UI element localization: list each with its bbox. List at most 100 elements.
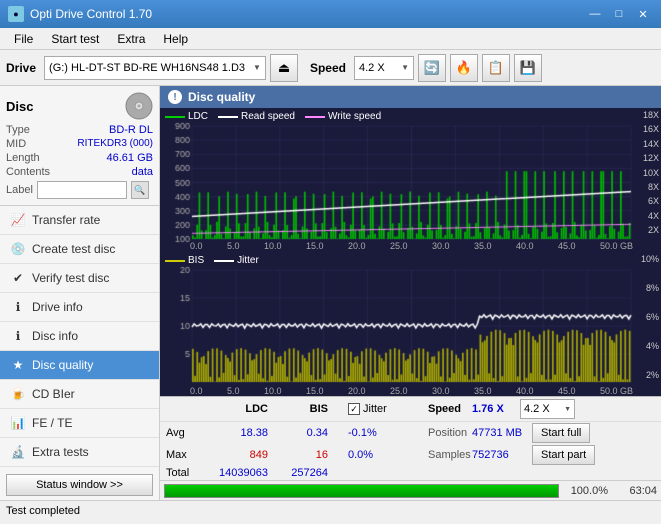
sidebar-label-extra-tests: Extra tests <box>32 445 89 459</box>
chart2-y-right: 10%8%6%4%2% <box>633 252 661 382</box>
sidebar-item-create-test-disc[interactable]: 💿 Create test disc <box>0 235 159 264</box>
speed-val-display: 1.76 X <box>472 403 516 415</box>
sidebar-label-disc-quality: Disc quality <box>32 358 93 372</box>
chart2-x-axis: 0.05.010.015.020.025.030.035.040.045.050… <box>190 386 633 396</box>
max-ldc: 849 <box>202 449 268 461</box>
mid-label: MID <box>6 138 26 150</box>
eject-button[interactable]: ⏏ <box>270 54 298 82</box>
menu-extra[interactable]: Extra <box>109 30 153 48</box>
menubar: File Start test Extra Help <box>0 28 661 50</box>
type-label: Type <box>6 124 30 136</box>
sidebar-label-drive-info: Drive info <box>32 300 83 314</box>
content-area: Disc quality LDC Read speed Write speed … <box>160 86 661 500</box>
toolbar: Drive (G:) HL-DT-ST BD-RE WH16NS48 1.D3 … <box>0 50 661 86</box>
jitter-checkbox[interactable]: ✓ <box>348 403 360 415</box>
sidebar-item-verify-test-disc[interactable]: ✔ Verify test disc <box>0 264 159 293</box>
progress-time: 63:04 <box>612 485 657 497</box>
disc-title: Disc <box>6 99 33 114</box>
menu-start-test[interactable]: Start test <box>43 30 107 48</box>
statusbar: Test completed <box>0 500 661 520</box>
menu-help[interactable]: Help <box>155 30 196 48</box>
chart-ldc: LDC Read speed Write speed 18X16X14X12X1… <box>160 108 661 252</box>
sidebar-label-create-test-disc: Create test disc <box>32 242 115 256</box>
drive-label: Drive <box>6 61 36 75</box>
speed-select-stats[interactable]: 4.2 X <box>520 399 575 419</box>
close-button[interactable]: ✕ <box>633 5 653 23</box>
sidebar-item-extra-tests[interactable]: 🔬 Extra tests <box>0 438 159 467</box>
mid-value: RITEKDR3 (000) <box>77 138 153 150</box>
charts-container: LDC Read speed Write speed 18X16X14X12X1… <box>160 108 661 396</box>
sidebar-item-transfer-rate[interactable]: 📈 Transfer rate <box>0 206 159 235</box>
avg-ldc: 18.38 <box>202 427 268 439</box>
sidebar-item-fe-te[interactable]: 📊 FE / TE <box>0 409 159 438</box>
total-ldc: 14039063 <box>202 467 268 479</box>
label-input[interactable] <box>37 181 127 199</box>
chart1-x-axis: 0.05.010.015.020.025.030.035.040.045.050… <box>190 241 633 251</box>
max-bis: 16 <box>268 449 328 461</box>
burn-button[interactable]: 🔥 <box>450 54 478 82</box>
progress-bar-container: 100.0% 63:04 <box>160 480 661 500</box>
speed-label: Speed <box>310 61 346 75</box>
disc-quality-icon: ★ <box>10 357 26 373</box>
maximize-button[interactable]: □ <box>609 5 629 23</box>
menu-file[interactable]: File <box>6 30 41 48</box>
disc-quality-header-icon <box>168 90 182 104</box>
sidebar-label-fe-te: FE / TE <box>32 416 72 430</box>
transfer-rate-icon: 📈 <box>10 212 26 228</box>
drive-info-icon: ℹ <box>10 299 26 315</box>
speed-value: 4.2 X <box>359 62 385 74</box>
app-icon: ● <box>8 6 24 22</box>
length-value: 46.61 GB <box>107 152 153 164</box>
extra-tests-icon: 🔬 <box>10 444 26 460</box>
max-label: Max <box>166 449 202 461</box>
status-window-button[interactable]: Status window >> <box>6 474 153 496</box>
app-title: Opti Drive Control 1.70 <box>30 7 152 21</box>
chart-bis: BIS Jitter 10%8%6%4%2% 0.05.010.015.020.… <box>160 252 661 396</box>
jitter-checkbox-container[interactable]: ✓ Jitter <box>348 403 428 415</box>
sidebar-label-verify-test-disc: Verify test disc <box>32 271 109 285</box>
titlebar: ● Opti Drive Control 1.70 — □ ✕ <box>0 0 661 28</box>
sidebar-label-disc-info: Disc info <box>32 329 78 343</box>
samples-value: 752736 <box>472 449 532 461</box>
start-full-button[interactable]: Start full <box>532 423 590 443</box>
start-part-button[interactable]: Start part <box>532 445 595 465</box>
avg-bis: 0.34 <box>268 427 328 439</box>
header-speed: Speed <box>428 403 472 415</box>
disc-panel: Disc Type BD-R DL MID RITEKDR3 (000) Len… <box>0 86 159 206</box>
verify-test-disc-icon: ✔ <box>10 270 26 286</box>
fe-te-icon: 📊 <box>10 415 26 431</box>
position-value: 47731 MB <box>472 427 532 439</box>
total-label: Total <box>166 467 202 479</box>
sidebar-label-cd-bier: CD BIer <box>32 387 75 401</box>
label-btn[interactable]: 🔍 <box>131 181 149 199</box>
sidebar-item-drive-info[interactable]: ℹ Drive info <box>0 293 159 322</box>
sidebar-item-disc-quality[interactable]: ★ Disc quality <box>0 351 159 380</box>
samples-label: Samples <box>428 449 472 461</box>
create-test-disc-icon: 💿 <box>10 241 26 257</box>
header-ldc: LDC <box>202 403 268 415</box>
position-label: Position <box>428 427 472 439</box>
disc-icon <box>125 92 153 120</box>
copy-button[interactable]: 📋 <box>482 54 510 82</box>
save-button[interactable]: 💾 <box>514 54 542 82</box>
cd-bier-icon: 🍺 <box>10 386 26 402</box>
chart1-y-right: 18X16X14X12X10X8X6X4X2X <box>633 108 661 237</box>
contents-label: Contents <box>6 166 50 178</box>
avg-label: Avg <box>166 427 202 439</box>
status-text: Test completed <box>6 505 80 517</box>
progress-bar-fill <box>165 485 558 497</box>
minimize-button[interactable]: — <box>585 5 605 23</box>
drive-select[interactable]: (G:) HL-DT-ST BD-RE WH16NS48 1.D3 <box>44 56 266 80</box>
speed-select-value: 4.2 X <box>524 403 550 415</box>
jitter-label: Jitter <box>363 403 387 415</box>
refresh-button[interactable]: 🔄 <box>418 54 446 82</box>
sidebar-item-cd-bier[interactable]: 🍺 CD BIer <box>0 380 159 409</box>
drive-value: (G:) HL-DT-ST BD-RE WH16NS48 1.D3 <box>49 62 245 74</box>
sidebar-label-transfer-rate: Transfer rate <box>32 213 100 227</box>
contents-value: data <box>132 166 153 178</box>
length-label: Length <box>6 152 40 164</box>
disc-quality-title: Disc quality <box>188 90 255 104</box>
label-label: Label <box>6 184 33 196</box>
speed-select[interactable]: 4.2 X <box>354 56 414 80</box>
sidebar-item-disc-info[interactable]: ℹ Disc info <box>0 322 159 351</box>
